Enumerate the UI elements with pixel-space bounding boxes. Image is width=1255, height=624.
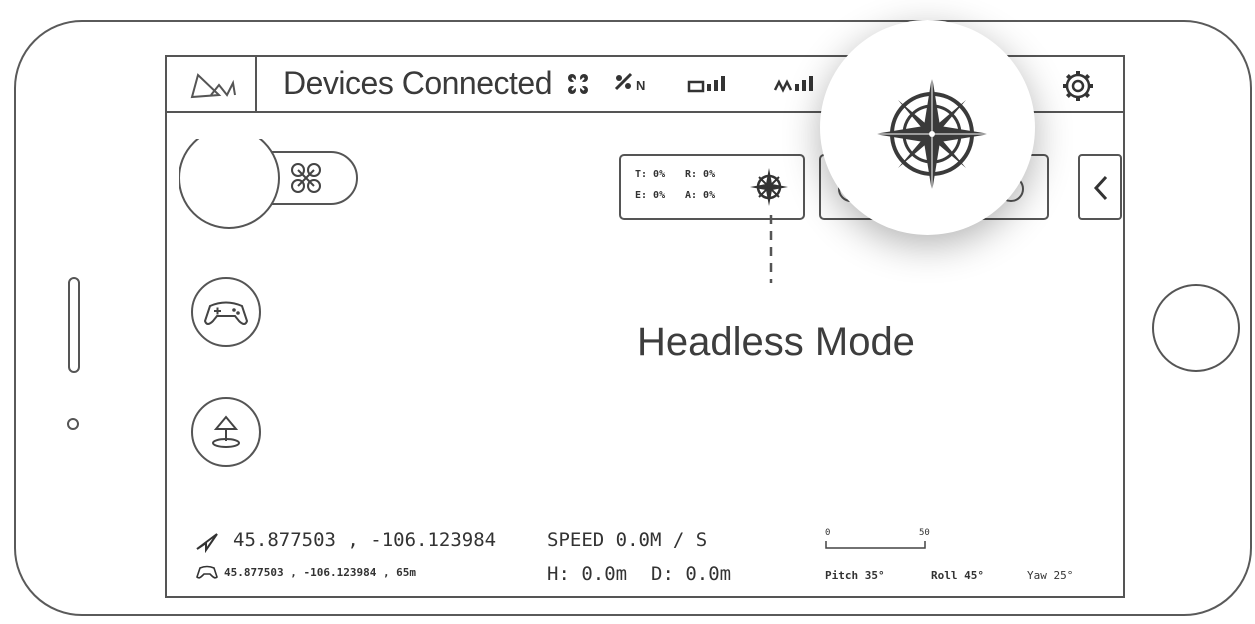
drone-logo-icon xyxy=(190,73,236,99)
roll-readout: Roll 45° xyxy=(931,569,984,582)
trim-r: R: 0% xyxy=(685,169,716,180)
propeller-icon xyxy=(568,74,588,94)
drone-coordinates: 45.877503 , -106.123984 xyxy=(233,529,497,551)
scale-bar xyxy=(825,541,926,549)
earpiece-slot xyxy=(68,277,80,373)
annotation-label: Headless Mode xyxy=(637,320,915,364)
battery-signal-icon xyxy=(687,76,725,93)
gamepad-icon xyxy=(203,301,249,325)
trim-status-panel[interactable]: T: 0% R: 0% E: 0% A: 0% xyxy=(619,154,805,220)
propeller-toggle-button[interactable] xyxy=(179,139,369,229)
yaw-readout: Yaw 25° xyxy=(1027,569,1074,582)
page-title: Devices Connected xyxy=(283,65,552,101)
remote-coordinates: 45.877503 , -106.123984 , 65m xyxy=(224,566,417,579)
pitch-readout: Pitch 35° xyxy=(825,569,885,582)
gear-icon[interactable] xyxy=(1060,68,1096,104)
headless-compass-icon xyxy=(750,168,788,206)
callout-line xyxy=(769,215,773,283)
remote-controller-icon xyxy=(196,565,218,579)
drone-plane-icon xyxy=(196,533,218,553)
chevron-left-icon xyxy=(1093,175,1108,201)
speed-readout: SPEED 0.0M / S xyxy=(547,529,708,551)
gps-label: N xyxy=(636,78,646,93)
compass-rose-icon xyxy=(874,76,990,192)
remote-signal-icon xyxy=(773,76,813,93)
gamepad-button[interactable] xyxy=(191,277,261,347)
collapse-button[interactable] xyxy=(1078,154,1122,220)
gps-signal-icon: N xyxy=(613,71,657,95)
height-readout: H: 0.0m xyxy=(547,563,628,585)
logo-cell[interactable] xyxy=(167,57,257,111)
scale-max: 50 xyxy=(919,528,930,538)
distance-readout: D: 0.0m xyxy=(651,563,732,585)
trim-e: E: 0% xyxy=(635,190,666,201)
trim-a: A: 0% xyxy=(685,190,716,201)
takeoff-button[interactable] xyxy=(191,397,261,467)
scale-min: 0 xyxy=(825,528,831,538)
camera-dot xyxy=(67,418,79,430)
takeoff-icon xyxy=(212,415,240,448)
home-button[interactable] xyxy=(1152,284,1240,372)
trim-t: T: 0% xyxy=(635,169,666,180)
magnifier-callout xyxy=(820,20,1035,235)
